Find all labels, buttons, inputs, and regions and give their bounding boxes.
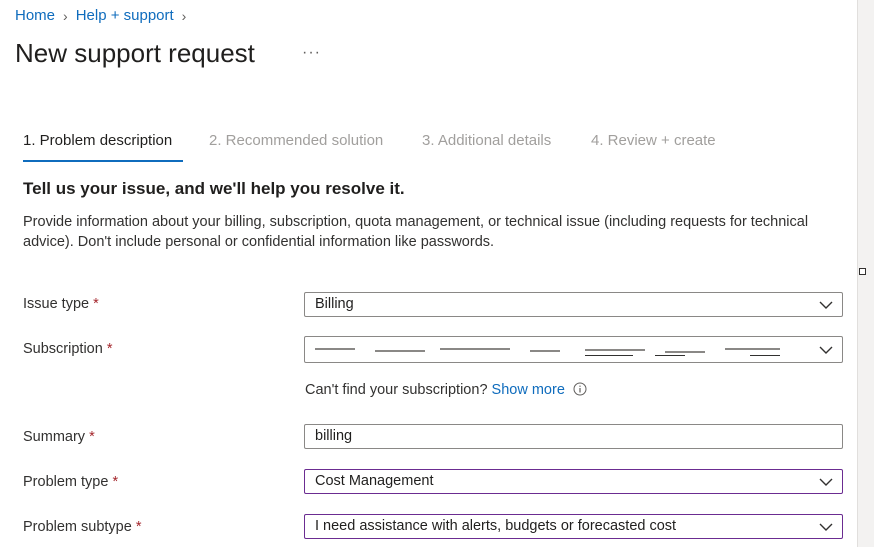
required-marker: * xyxy=(135,519,142,535)
chevron-down-icon xyxy=(819,523,833,531)
required-marker: * xyxy=(93,296,99,312)
summary-label-text: Summary xyxy=(23,429,86,445)
scrollbar-thumb[interactable] xyxy=(859,268,866,275)
tab-recommended-solution[interactable]: 2. Recommended solution xyxy=(209,132,383,149)
subscription-label-text: Subscription xyxy=(23,341,103,357)
section-heading: Tell us your issue, and we'll help you r… xyxy=(23,179,405,198)
info-icon[interactable] xyxy=(573,382,587,396)
chevron-down-icon xyxy=(819,301,833,309)
summary-label: Summary * xyxy=(23,429,95,445)
tab-additional-details[interactable]: 3. Additional details xyxy=(422,132,551,149)
issue-type-label: Issue type * xyxy=(23,296,99,312)
problem-type-label: Problem type * xyxy=(23,474,118,490)
required-marker: * xyxy=(112,474,119,490)
active-tab-indicator xyxy=(23,160,183,162)
redacted-subscription-value xyxy=(315,348,780,356)
breadcrumb-home-link[interactable]: Home xyxy=(15,7,55,24)
required-marker: * xyxy=(89,429,95,445)
chevron-right-icon: › xyxy=(181,7,187,24)
tab-review-create[interactable]: 4. Review + create xyxy=(591,132,716,149)
summary-input[interactable]: billing xyxy=(304,424,843,449)
problem-subtype-value: I need assistance with alerts, budgets o… xyxy=(315,518,677,534)
subscription-hint-text: Can't find your subscription? xyxy=(305,382,488,398)
more-options-button[interactable]: ··· xyxy=(302,44,321,62)
issue-type-value: Billing xyxy=(315,296,354,312)
show-more-link[interactable]: Show more xyxy=(492,382,565,398)
page-title: New support request xyxy=(15,38,255,68)
subscription-label: Subscription * xyxy=(23,341,112,357)
problem-subtype-label-text: Problem subtype xyxy=(23,519,132,535)
section-description: Provide information about your billing, … xyxy=(23,214,809,250)
subscription-hint: Can't find your subscription? Show more xyxy=(305,382,587,398)
summary-value: billing xyxy=(315,428,353,444)
issue-type-dropdown[interactable]: Billing xyxy=(304,292,843,317)
problem-type-dropdown[interactable]: Cost Management xyxy=(304,469,843,494)
issue-type-label-text: Issue type xyxy=(23,296,90,312)
breadcrumb-help-support-link[interactable]: Help + support xyxy=(76,7,174,24)
chevron-down-icon xyxy=(819,346,833,354)
problem-subtype-label: Problem subtype * xyxy=(23,519,142,535)
subscription-dropdown[interactable] xyxy=(304,336,843,363)
tab-problem-description[interactable]: 1. Problem description xyxy=(23,132,172,149)
problem-subtype-dropdown[interactable]: I need assistance with alerts, budgets o… xyxy=(304,514,843,539)
problem-type-label-text: Problem type xyxy=(23,474,109,490)
problem-type-value: Cost Management xyxy=(315,473,434,489)
breadcrumb: Home › Help + support › xyxy=(15,7,194,24)
required-marker: * xyxy=(106,341,113,357)
chevron-down-icon xyxy=(819,478,833,486)
chevron-right-icon: › xyxy=(63,7,68,24)
